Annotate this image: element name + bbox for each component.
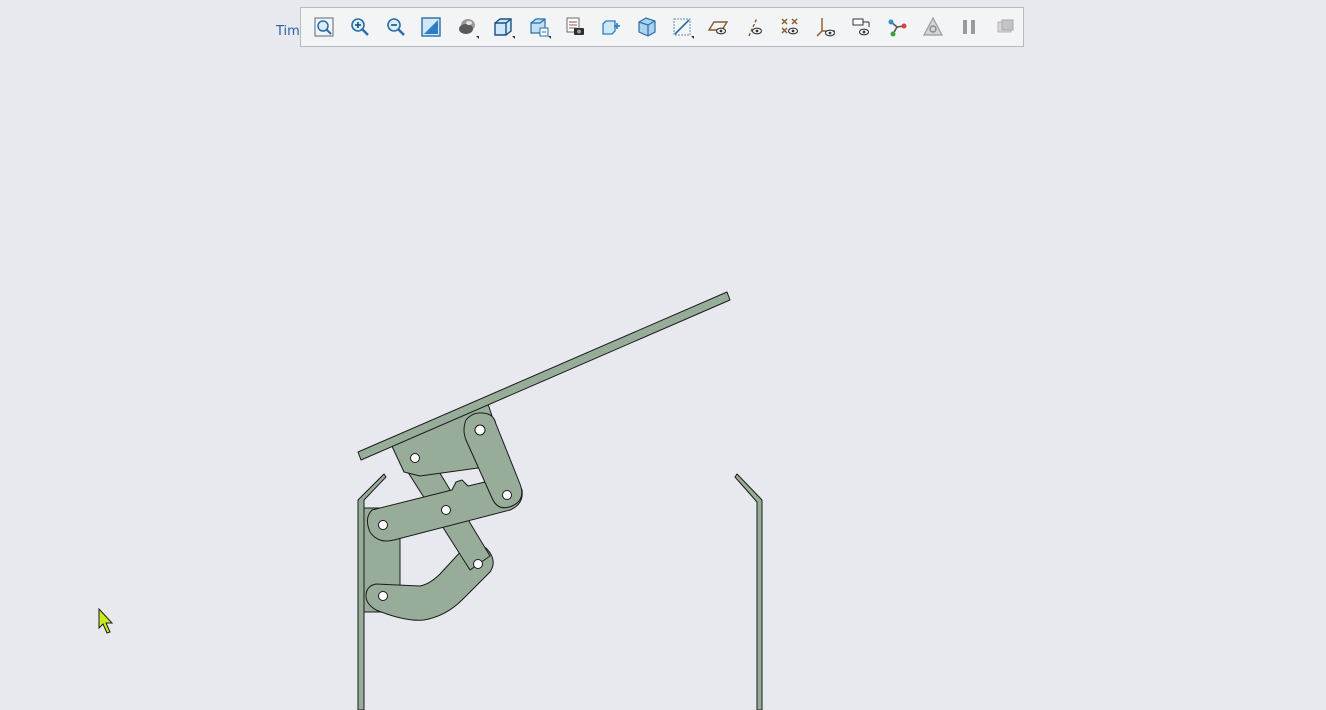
graphics-viewport[interactable]	[0, 0, 1326, 710]
mouse-cursor-icon	[98, 608, 114, 634]
mechanism-assembly	[357, 291, 763, 710]
pivot-pin	[410, 453, 420, 463]
pivot-pin	[474, 424, 486, 436]
lid-plate	[357, 291, 731, 461]
pivot-pin	[502, 490, 512, 500]
pivot-pin	[441, 505, 451, 515]
pivot-pin	[473, 559, 483, 569]
pivot-pin	[378, 520, 388, 530]
pivot-pin	[378, 591, 388, 601]
right-frame-wall	[734, 473, 763, 710]
